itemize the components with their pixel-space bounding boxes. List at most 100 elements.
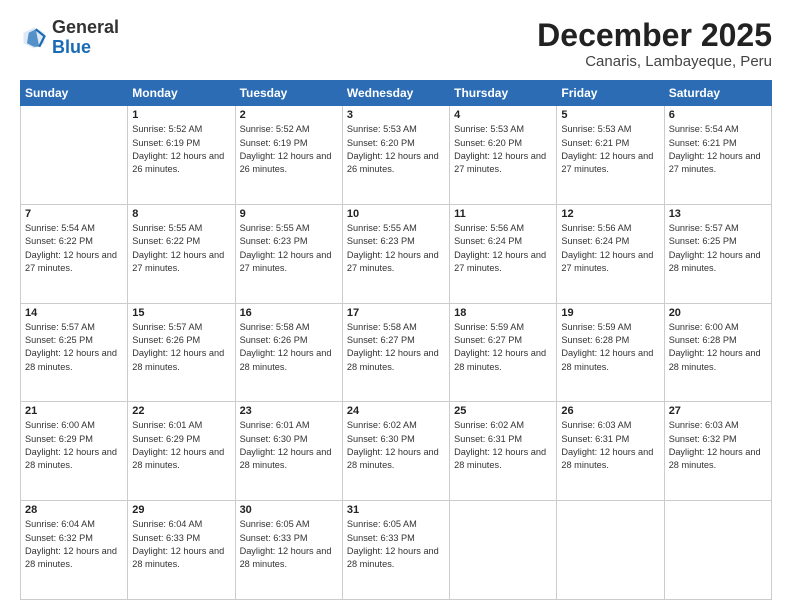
day-number: 9: [240, 208, 338, 220]
table-row: 6 Sunrise: 5:54 AM Sunset: 6:21 PM Daylig…: [664, 106, 771, 205]
day-info: Sunrise: 5:54 AM Sunset: 6:22 PM Dayligh…: [25, 222, 123, 275]
logo-icon: [20, 24, 48, 52]
calendar: Sunday Monday Tuesday Wednesday Thursday…: [20, 80, 772, 600]
day-number: 28: [25, 504, 123, 516]
day-number: 6: [669, 109, 767, 121]
day-info: Sunrise: 6:01 AM Sunset: 6:29 PM Dayligh…: [132, 419, 230, 472]
day-number: 2: [240, 109, 338, 121]
day-info: Sunrise: 5:58 AM Sunset: 6:26 PM Dayligh…: [240, 321, 338, 374]
day-info: Sunrise: 6:02 AM Sunset: 6:30 PM Dayligh…: [347, 419, 445, 472]
day-info: Sunrise: 5:58 AM Sunset: 6:27 PM Dayligh…: [347, 321, 445, 374]
table-row: 3 Sunrise: 5:53 AM Sunset: 6:20 PM Daylig…: [342, 106, 449, 205]
col-thursday: Thursday: [450, 81, 557, 106]
col-tuesday: Tuesday: [235, 81, 342, 106]
month-title: December 2025: [537, 18, 772, 53]
table-row: [21, 106, 128, 205]
title-block: December 2025 Canaris, Lambayeque, Peru: [537, 18, 772, 70]
table-row: 31Sunrise: 6:05 AM Sunset: 6:33 PM Dayli…: [342, 501, 449, 600]
col-friday: Friday: [557, 81, 664, 106]
day-number: 4: [454, 109, 552, 121]
day-info: Sunrise: 5:56 AM Sunset: 6:24 PM Dayligh…: [454, 222, 552, 275]
calendar-header-row: Sunday Monday Tuesday Wednesday Thursday…: [21, 81, 772, 106]
day-info: Sunrise: 6:05 AM Sunset: 6:33 PM Dayligh…: [347, 518, 445, 571]
table-row: 16 Sunrise: 5:58 AM Sunset: 6:26 PM Dayli…: [235, 303, 342, 402]
table-row: 27 Sunrise: 6:03 AM Sunset: 6:32 PM Dayli…: [664, 402, 771, 501]
table-row: 4 Sunrise: 5:53 AM Sunset: 6:20 PM Daylig…: [450, 106, 557, 205]
day-info: Sunrise: 5:56 AM Sunset: 6:24 PM Dayligh…: [561, 222, 659, 275]
table-row: 26Sunrise: 6:03 AM Sunset: 6:31 PM Dayli…: [557, 402, 664, 501]
day-number: 5: [561, 109, 659, 121]
day-info: Sunrise: 5:53 AM Sunset: 6:20 PM Dayligh…: [347, 123, 445, 176]
table-row: 15 Sunrise: 5:57 AM Sunset: 6:26 PM Dayli…: [128, 303, 235, 402]
table-row: 11Sunrise: 5:56 AM Sunset: 6:24 PM Dayli…: [450, 204, 557, 303]
day-number: 12: [561, 208, 659, 220]
day-info: Sunrise: 5:55 AM Sunset: 6:23 PM Dayligh…: [240, 222, 338, 275]
table-row: [664, 501, 771, 600]
logo-text: General Blue: [52, 18, 119, 58]
day-number: 19: [561, 307, 659, 319]
table-row: [450, 501, 557, 600]
table-row: 20 Sunrise: 6:00 AM Sunset: 6:28 PM Dayli…: [664, 303, 771, 402]
table-row: 29 Sunrise: 6:04 AM Sunset: 6:33 PM Dayli…: [128, 501, 235, 600]
day-info: Sunrise: 6:04 AM Sunset: 6:32 PM Dayligh…: [25, 518, 123, 571]
col-sunday: Sunday: [21, 81, 128, 106]
day-number: 10: [347, 208, 445, 220]
day-info: Sunrise: 6:00 AM Sunset: 6:28 PM Dayligh…: [669, 321, 767, 374]
day-number: 21: [25, 405, 123, 417]
day-number: 29: [132, 504, 230, 516]
table-row: 19 Sunrise: 5:59 AM Sunset: 6:28 PM Dayli…: [557, 303, 664, 402]
day-number: 16: [240, 307, 338, 319]
day-number: 20: [669, 307, 767, 319]
table-row: 1 Sunrise: 5:52 AM Sunset: 6:19 PM Daylig…: [128, 106, 235, 205]
table-row: 8 Sunrise: 5:55 AM Sunset: 6:22 PM Daylig…: [128, 204, 235, 303]
day-info: Sunrise: 5:57 AM Sunset: 6:25 PM Dayligh…: [669, 222, 767, 275]
logo: General Blue: [20, 18, 119, 58]
calendar-week-row: 21 Sunrise: 6:00 AM Sunset: 6:29 PM Dayli…: [21, 402, 772, 501]
table-row: 23Sunrise: 6:01 AM Sunset: 6:30 PM Dayli…: [235, 402, 342, 501]
day-number: 25: [454, 405, 552, 417]
table-row: 2 Sunrise: 5:52 AM Sunset: 6:19 PM Daylig…: [235, 106, 342, 205]
col-wednesday: Wednesday: [342, 81, 449, 106]
col-monday: Monday: [128, 81, 235, 106]
table-row: 12 Sunrise: 5:56 AM Sunset: 6:24 PM Dayli…: [557, 204, 664, 303]
page: General Blue December 2025 Canaris, Lamb…: [0, 0, 792, 612]
day-number: 26: [561, 405, 659, 417]
location: Canaris, Lambayeque, Peru: [537, 53, 772, 70]
day-info: Sunrise: 6:03 AM Sunset: 6:32 PM Dayligh…: [669, 419, 767, 472]
day-info: Sunrise: 5:53 AM Sunset: 6:20 PM Dayligh…: [454, 123, 552, 176]
day-info: Sunrise: 5:52 AM Sunset: 6:19 PM Dayligh…: [132, 123, 230, 176]
day-number: 27: [669, 405, 767, 417]
day-number: 30: [240, 504, 338, 516]
day-info: Sunrise: 5:57 AM Sunset: 6:25 PM Dayligh…: [25, 321, 123, 374]
table-row: 5 Sunrise: 5:53 AM Sunset: 6:21 PM Daylig…: [557, 106, 664, 205]
col-saturday: Saturday: [664, 81, 771, 106]
day-number: 3: [347, 109, 445, 121]
calendar-week-row: 14Sunrise: 5:57 AM Sunset: 6:25 PM Dayli…: [21, 303, 772, 402]
day-info: Sunrise: 5:59 AM Sunset: 6:27 PM Dayligh…: [454, 321, 552, 374]
day-info: Sunrise: 5:52 AM Sunset: 6:19 PM Dayligh…: [240, 123, 338, 176]
day-number: 8: [132, 208, 230, 220]
table-row: 10 Sunrise: 5:55 AM Sunset: 6:23 PM Dayli…: [342, 204, 449, 303]
table-row: 21 Sunrise: 6:00 AM Sunset: 6:29 PM Dayli…: [21, 402, 128, 501]
day-number: 13: [669, 208, 767, 220]
table-row: 30Sunrise: 6:05 AM Sunset: 6:33 PM Dayli…: [235, 501, 342, 600]
day-number: 7: [25, 208, 123, 220]
day-number: 15: [132, 307, 230, 319]
day-info: Sunrise: 5:55 AM Sunset: 6:23 PM Dayligh…: [347, 222, 445, 275]
day-info: Sunrise: 5:55 AM Sunset: 6:22 PM Dayligh…: [132, 222, 230, 275]
day-number: 1: [132, 109, 230, 121]
table-row: 25Sunrise: 6:02 AM Sunset: 6:31 PM Dayli…: [450, 402, 557, 501]
table-row: [557, 501, 664, 600]
table-row: 7 Sunrise: 5:54 AM Sunset: 6:22 PM Daylig…: [21, 204, 128, 303]
day-info: Sunrise: 6:00 AM Sunset: 6:29 PM Dayligh…: [25, 419, 123, 472]
table-row: 17Sunrise: 5:58 AM Sunset: 6:27 PM Dayli…: [342, 303, 449, 402]
calendar-week-row: 7 Sunrise: 5:54 AM Sunset: 6:22 PM Daylig…: [21, 204, 772, 303]
day-info: Sunrise: 5:57 AM Sunset: 6:26 PM Dayligh…: [132, 321, 230, 374]
day-info: Sunrise: 5:54 AM Sunset: 6:21 PM Dayligh…: [669, 123, 767, 176]
day-number: 18: [454, 307, 552, 319]
day-info: Sunrise: 5:59 AM Sunset: 6:28 PM Dayligh…: [561, 321, 659, 374]
day-info: Sunrise: 6:04 AM Sunset: 6:33 PM Dayligh…: [132, 518, 230, 571]
day-info: Sunrise: 5:53 AM Sunset: 6:21 PM Dayligh…: [561, 123, 659, 176]
day-number: 24: [347, 405, 445, 417]
table-row: 13 Sunrise: 5:57 AM Sunset: 6:25 PM Dayli…: [664, 204, 771, 303]
